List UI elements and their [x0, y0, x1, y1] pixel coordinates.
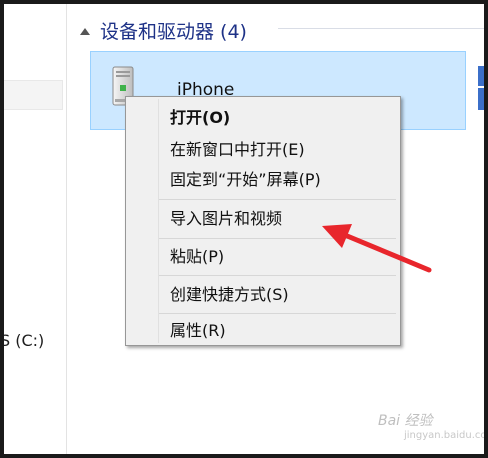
watermark-url: jingyan.baidu.com [404, 430, 484, 441]
annotation-arrow-icon [322, 224, 432, 273]
watermark-logo: Bai 经验 [378, 413, 433, 429]
explorer-window: S (C:) 设备和驱动器 (4) iPhone 打开(O) 在新窗口中打开(E… [4, 4, 484, 454]
